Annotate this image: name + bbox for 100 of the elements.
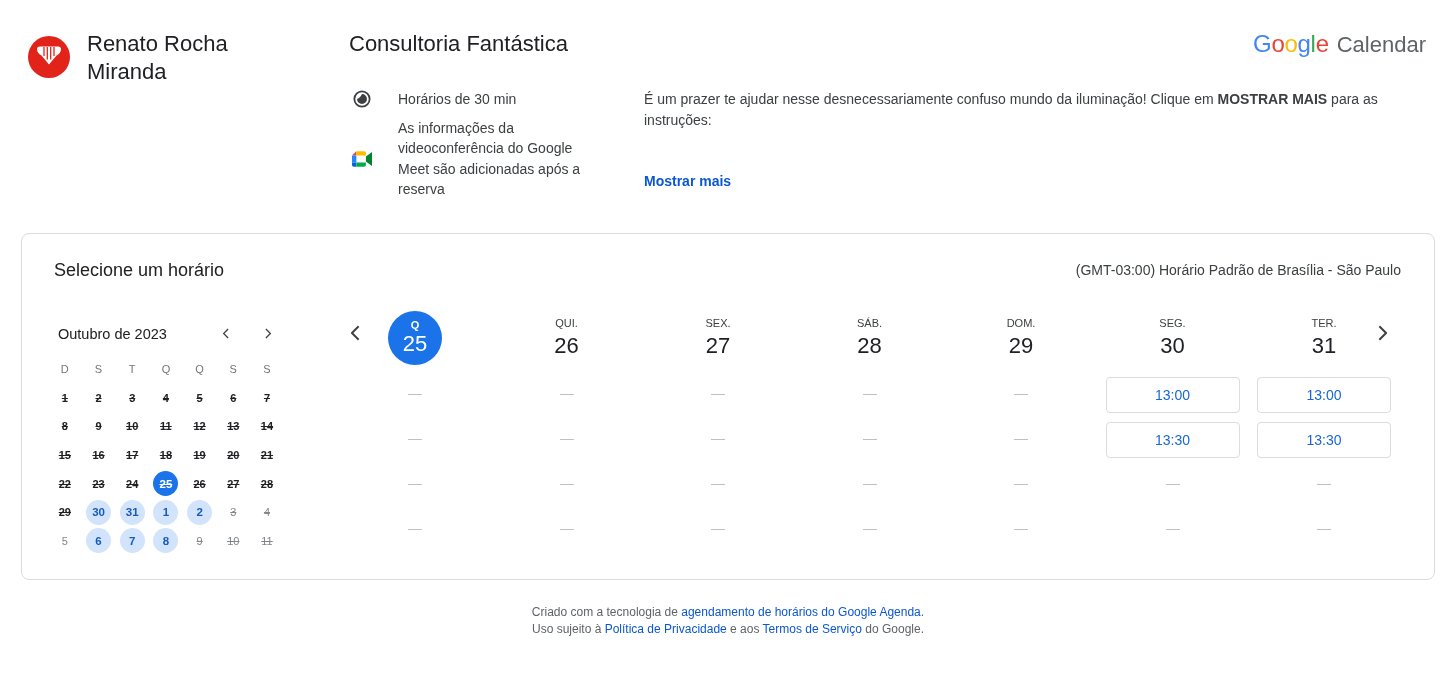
weekday-label: S <box>263 362 271 375</box>
empty-slot-dash <box>1014 393 1028 396</box>
month-label: Outubro de 2023 <box>58 324 168 344</box>
date-number: 31 <box>1311 331 1337 360</box>
show-more-link[interactable]: Mostrar mais <box>644 171 732 191</box>
calendar-day: 8 <box>61 419 68 434</box>
date-button[interactable]: 1 <box>153 499 179 525</box>
calendar-day: 9 <box>95 419 102 434</box>
calendar-day: 5 <box>196 390 203 405</box>
calendar-day: 11 <box>261 533 273 548</box>
footer-link[interactable]: Política de Privacidade <box>604 621 727 636</box>
date-number: 28 <box>857 331 882 360</box>
calendar-day: 4 <box>263 505 271 520</box>
owner-name: Renato Rocha Miranda <box>87 30 229 86</box>
date-button[interactable]: 6 <box>86 528 112 554</box>
footer-link[interactable]: agendamento de horários do Google Agenda <box>681 604 921 619</box>
weekday-label: TER. <box>1311 315 1337 330</box>
empty-slot-dash <box>862 438 877 441</box>
chevron-left-icon <box>350 324 360 341</box>
empty-slot-dash <box>711 483 725 486</box>
footer-text: Criado com a tecnologia de agendamento de horários do Google Agenda. <box>531 603 925 621</box>
calendar-day: 2 <box>95 390 102 405</box>
weekday-label: T <box>128 362 136 375</box>
calendar-day: 1 <box>61 390 68 405</box>
empty-slot-dash <box>1165 483 1180 486</box>
date-button[interactable]: 7 <box>119 528 145 554</box>
empty-slot-dash <box>862 528 877 531</box>
empty-slot-dash <box>1014 483 1028 486</box>
detail-text: As informações da videoconferência do Google Meet são adicionadas após a reserva <box>398 118 582 199</box>
empty-slot-dash <box>1317 483 1331 486</box>
empty-slot-dash <box>408 438 422 441</box>
weekday-label: DOM. <box>1006 315 1036 330</box>
date-number: 30 <box>1160 331 1185 360</box>
empty-slot-dash <box>711 393 725 396</box>
date-button[interactable]: 8 <box>153 528 179 554</box>
empty-slot-dash <box>559 438 574 441</box>
empty-slot-dash <box>711 528 725 531</box>
calendar-day: 27 <box>227 476 240 491</box>
weekday-label: Q <box>161 362 171 375</box>
empty-slot-dash <box>408 483 422 486</box>
calendar-day: 10 <box>227 533 240 548</box>
time-slot-button[interactable]: 13:30 <box>1257 421 1391 458</box>
calendar-day: 9 <box>196 533 203 548</box>
selected-date[interactable]: 25 <box>153 471 179 497</box>
date-number: 27 <box>705 331 731 360</box>
timer-icon <box>353 90 371 109</box>
video-camera-icon <box>352 150 372 167</box>
calendar-day: 11 <box>160 419 172 434</box>
calendar-day: 21 <box>260 447 274 462</box>
empty-slot-dash <box>711 438 725 441</box>
calendar-day: 13 <box>227 419 240 434</box>
calendar-day: 10 <box>126 419 139 434</box>
detail-text: Horários de 30 min <box>398 90 518 109</box>
calendar-day: 28 <box>260 476 274 491</box>
calendar-day: 3 <box>129 390 136 405</box>
calendar-day: 3 <box>230 505 237 520</box>
empty-slot-dash <box>862 483 877 486</box>
chevron-right-icon <box>1377 324 1387 341</box>
footer-link[interactable]: Termos de Serviço <box>762 621 862 636</box>
product-name: Calendar <box>1336 32 1426 58</box>
calendar-day: 12 <box>193 419 206 434</box>
weekday-label: S <box>94 362 103 375</box>
date-button[interactable]: 30 <box>86 499 112 525</box>
timezone-label: (GMT-03:00) Horário Padrão de Brasília - São Paulo <box>1075 260 1401 280</box>
time-slot-button[interactable]: 13:30 <box>1105 421 1240 458</box>
empty-slot-dash <box>408 393 422 396</box>
event-title: Consultoria Fantástica <box>349 30 568 58</box>
logo-wordmark: Google <box>1253 30 1329 58</box>
description-text: É um prazer te ajudar nesse desnecessariamente confuso mundo da iluminação! Clique em MOSTRAR MAIS para as instruções: <box>644 90 1379 130</box>
empty-slot-dash <box>559 393 574 396</box>
date-button[interactable]: 31 <box>119 499 145 525</box>
calendar-day: 23 <box>92 476 105 491</box>
date-number: 25 <box>402 332 428 356</box>
calendar-day: 19 <box>193 447 206 462</box>
weekday-label: SEX. <box>705 315 731 330</box>
time-slot-button[interactable]: 13:00 <box>1257 376 1391 413</box>
date-button[interactable]: 2 <box>187 499 213 525</box>
calendar-day: 5 <box>61 533 68 548</box>
calendar-day: 18 <box>159 447 173 462</box>
weekday-label: QUI. <box>555 315 578 330</box>
empty-slot-dash <box>1014 528 1028 531</box>
calendar-day: 17 <box>126 447 139 462</box>
empty-slot-dash <box>408 528 422 531</box>
empty-slot-dash <box>1014 438 1028 441</box>
weekday-label: D <box>60 362 69 375</box>
company-logo-icon <box>28 36 70 78</box>
weekday-label: SÁB. <box>856 315 883 330</box>
calendar-day: 6 <box>230 390 237 405</box>
calendar-day: 20 <box>227 447 240 462</box>
weekday-label: Q <box>195 362 204 375</box>
weekday-label: SEG. <box>1159 315 1186 330</box>
weekday-label: Q <box>410 319 420 332</box>
calendar-day: 4 <box>162 390 169 405</box>
time-slot-button[interactable]: 13:00 <box>1105 376 1240 413</box>
selected-day-circle[interactable]: Q 25 <box>388 310 442 365</box>
section-title: Selecione um horário <box>54 258 225 282</box>
empty-slot-dash <box>1165 528 1180 531</box>
calendar-day: 15 <box>58 447 71 462</box>
calendar-day: 29 <box>58 505 71 520</box>
calendar-day: 16 <box>92 447 105 462</box>
